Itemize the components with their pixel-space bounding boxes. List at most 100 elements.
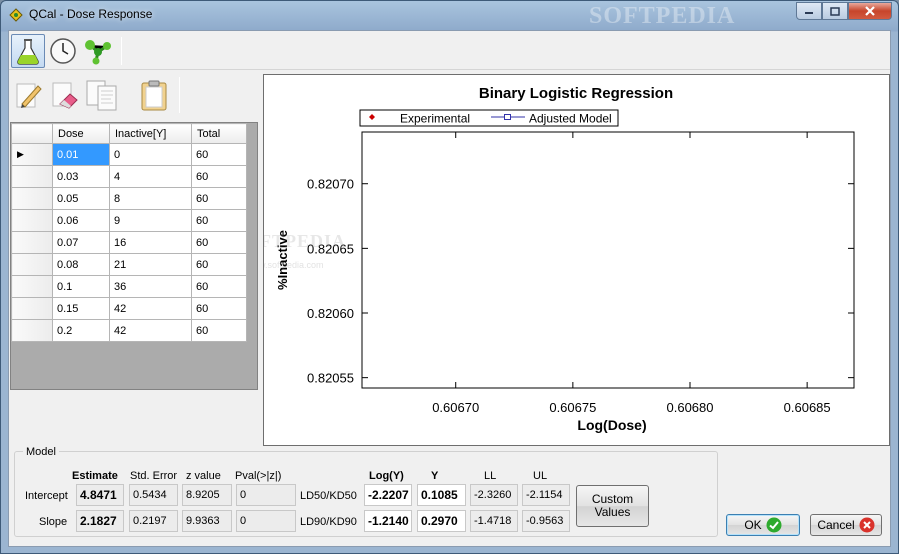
x-tick-label: 0.60675 <box>549 400 596 415</box>
row-header[interactable] <box>11 165 53 188</box>
cell-inactive[interactable]: 0 <box>109 143 192 166</box>
table-row[interactable]: 0.07 16 60 <box>11 231 247 254</box>
ld90-y-field[interactable]: 0.2970 <box>417 510 466 532</box>
model-group-label: Model <box>23 446 59 458</box>
cell-inactive[interactable]: 21 <box>109 253 192 276</box>
row-header[interactable] <box>11 253 53 276</box>
cell-dose[interactable]: 0.05 <box>52 187 110 210</box>
slope-pval-field[interactable]: 0 <box>236 510 296 532</box>
window-title: QCal - Dose Response <box>29 7 153 21</box>
ld90-logy-field[interactable]: -1.2140 <box>364 510 412 532</box>
table-row[interactable]: 0.03 4 60 <box>11 165 247 188</box>
row-header[interactable] <box>11 231 53 254</box>
cell-total[interactable]: 60 <box>191 319 247 342</box>
intercept-label: Intercept <box>25 490 68 502</box>
intercept-std-error-field[interactable]: 0.5434 <box>129 484 178 506</box>
column-header-total[interactable]: Total <box>191 123 247 144</box>
cell-total[interactable]: 60 <box>191 187 247 210</box>
chart-legend: Experimental Adjusted Model <box>359 109 619 127</box>
row-header[interactable] <box>11 275 53 298</box>
clear-button[interactable] <box>47 75 81 115</box>
data-grid[interactable]: Dose Inactive[Y] Total ▶ 0.01 0 60 0.03 4 60 0.… <box>10 122 258 390</box>
intercept-z-value-field[interactable]: 8.9205 <box>182 484 232 506</box>
cell-dose[interactable]: 0.08 <box>52 253 110 276</box>
ok-button-label: OK <box>744 518 762 532</box>
ld90-ul-field[interactable]: -0.9563 <box>522 510 570 532</box>
time-course-tool-button[interactable] <box>46 34 80 68</box>
cell-inactive[interactable]: 9 <box>109 209 192 232</box>
header-estimate: Estimate <box>72 470 118 482</box>
ok-button[interactable]: OK <box>726 514 800 536</box>
slope-z-value-field[interactable]: 9.9363 <box>182 510 232 532</box>
table-row[interactable]: 0.15 42 60 <box>11 297 247 320</box>
cell-dose[interactable]: 0.01 <box>52 143 110 166</box>
row-header[interactable] <box>11 209 53 232</box>
title-bar[interactable]: QCal - Dose Response SOFTPEDIA <box>1 1 898 29</box>
custom-values-button[interactable]: Custom Values <box>576 485 649 527</box>
paste-button[interactable] <box>137 75 171 115</box>
copy-button[interactable] <box>85 75 119 115</box>
ld90-label: LD90/KD90 <box>300 516 357 528</box>
row-header[interactable] <box>11 319 53 342</box>
cell-inactive[interactable]: 4 <box>109 165 192 188</box>
table-row[interactable]: 0.08 21 60 <box>11 253 247 276</box>
ld50-ul-field[interactable]: -2.1154 <box>522 484 570 506</box>
y-tick-label: 0.82070 <box>307 177 354 192</box>
cancel-button[interactable]: Cancel <box>810 514 882 536</box>
ld50-ll-field[interactable]: -2.3260 <box>470 484 518 506</box>
eraser-icon <box>52 82 78 109</box>
table-row[interactable]: 0.06 9 60 <box>11 209 247 232</box>
cell-dose[interactable]: 0.06 <box>52 209 110 232</box>
chart-watermark-url: www.softpedia.com <box>264 260 324 270</box>
grid-corner-header[interactable] <box>11 123 53 144</box>
table-row[interactable]: ▶ 0.01 0 60 <box>11 143 247 166</box>
cell-total[interactable]: 60 <box>191 231 247 254</box>
edit-toolbar <box>9 75 259 119</box>
flask-icon <box>17 39 39 65</box>
cell-dose[interactable]: 0.1 <box>52 275 110 298</box>
cell-dose[interactable]: 0.2 <box>52 319 110 342</box>
ld50-logy-field[interactable]: -2.2207 <box>364 484 412 506</box>
cell-total[interactable]: 60 <box>191 209 247 232</box>
column-header-dose[interactable]: Dose <box>52 123 110 144</box>
cell-inactive[interactable]: 42 <box>109 319 192 342</box>
row-header[interactable] <box>11 297 53 320</box>
slope-std-error-field[interactable]: 0.2197 <box>129 510 178 532</box>
row-header[interactable] <box>11 187 53 210</box>
cell-total[interactable]: 60 <box>191 253 247 276</box>
column-header-inactive[interactable]: Inactive[Y] <box>109 123 192 144</box>
ld90-ll-field[interactable]: -1.4718 <box>470 510 518 532</box>
cell-total[interactable]: 60 <box>191 143 247 166</box>
cell-inactive[interactable]: 8 <box>109 187 192 210</box>
table-row[interactable]: 0.1 36 60 <box>11 275 247 298</box>
cell-dose[interactable]: 0.07 <box>52 231 110 254</box>
minimize-button[interactable] <box>796 2 822 20</box>
ld50-y-field[interactable]: 0.1085 <box>417 484 466 506</box>
cell-inactive[interactable]: 16 <box>109 231 192 254</box>
intercept-estimate-field[interactable]: 4.8471 <box>76 484 124 506</box>
intercept-pval-field[interactable]: 0 <box>236 484 296 506</box>
cell-dose[interactable]: 0.15 <box>52 297 110 320</box>
cell-total[interactable]: 60 <box>191 275 247 298</box>
table-row[interactable]: 0.05 8 60 <box>11 187 247 210</box>
cell-inactive[interactable]: 36 <box>109 275 192 298</box>
maximize-button[interactable] <box>822 2 848 20</box>
cell-inactive[interactable]: 42 <box>109 297 192 320</box>
cell-total[interactable]: 60 <box>191 297 247 320</box>
slope-estimate-field[interactable]: 2.1827 <box>76 510 124 532</box>
copy-icon <box>86 80 117 111</box>
edit-button[interactable] <box>11 75 45 115</box>
molecule-tool-button[interactable] <box>81 34 115 68</box>
pencil-icon <box>16 83 42 108</box>
close-button[interactable] <box>848 2 892 20</box>
header-z-value: z value <box>186 470 221 482</box>
cell-dose[interactable]: 0.03 <box>52 165 110 188</box>
cell-total[interactable]: 60 <box>191 165 247 188</box>
table-row[interactable]: 0.2 42 60 <box>11 319 247 342</box>
cancel-button-label: Cancel <box>817 518 855 532</box>
model-group: Model Estimate Std. Error z value Pval(>… <box>14 446 718 537</box>
dose-response-tool-button[interactable] <box>11 34 45 68</box>
molecule-icon <box>85 40 111 65</box>
current-row-marker[interactable]: ▶ <box>11 143 53 166</box>
custom-values-label: Custom Values <box>591 492 634 519</box>
